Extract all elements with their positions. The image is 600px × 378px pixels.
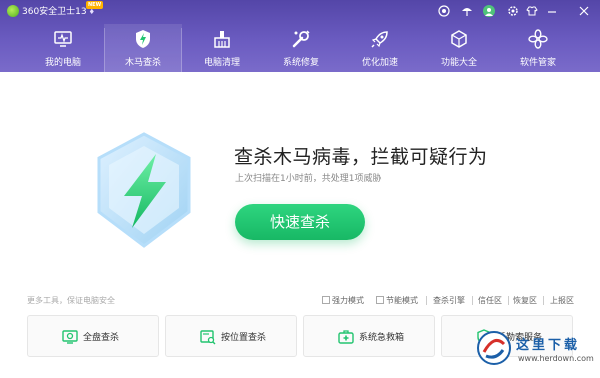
diamond-icon: ♦ (88, 8, 95, 16)
location-scan-card[interactable]: 按位置查杀 (165, 315, 297, 357)
report-zone-link[interactable]: 上报区 (550, 295, 574, 306)
divider (426, 296, 427, 305)
nav-label: 系统修复 (282, 58, 319, 68)
watermark-title: 这里下载 (516, 338, 581, 353)
eco-mode-label: 节能模式 (386, 296, 418, 305)
divider (543, 296, 544, 305)
watermark: 这里下载 www.herdown.com (470, 318, 600, 378)
broom-icon (214, 31, 230, 48)
nav-label: 电脑清理 (203, 58, 240, 68)
divider (472, 296, 473, 305)
full-scan-icon (62, 330, 78, 344)
full-scan-card[interactable]: 全盘查杀 (27, 315, 159, 357)
restore-zone-link[interactable]: 恢复区 (513, 295, 537, 306)
strong-mode-checkbox[interactable]: 强力模式 (322, 295, 364, 306)
main-nav: 我的电脑 木马查杀 电脑清理 系统修复 优化加速 功能大全 软件管家 (24, 24, 584, 72)
app-title-text: 360安全卫士13 (22, 7, 87, 17)
nav-label: 木马查杀 (124, 58, 161, 68)
watermark-logo-icon (477, 331, 511, 365)
divider (508, 296, 509, 305)
card-label: 按位置查杀 (221, 333, 267, 343)
nav-label: 优化加速 (361, 58, 398, 68)
watermark-url: www.herdown.com (518, 354, 594, 363)
first-aid-card[interactable]: 系统急救箱 (303, 315, 435, 357)
more-tools-title: 更多工具，保证电脑安全 (27, 296, 115, 305)
card-label: 系统急救箱 (359, 333, 405, 343)
card-label: 全盘查杀 (83, 333, 120, 343)
close-icon[interactable] (577, 4, 591, 18)
shirt-icon[interactable] (525, 4, 539, 18)
nav-item-system-repair[interactable]: 系统修复 (262, 24, 340, 72)
nav-label: 软件管家 (519, 58, 556, 68)
apps-icon (528, 29, 548, 49)
nav-item-optimize[interactable]: 优化加速 (341, 24, 419, 72)
shield-lightning-icon (136, 30, 150, 48)
nav-item-cleanup[interactable]: 电脑清理 (183, 24, 261, 72)
wrench-icon (292, 30, 310, 48)
app-logo-icon (7, 5, 19, 17)
checkbox-icon (322, 296, 330, 304)
shield-lightning-illustration (97, 132, 191, 248)
monitor-icon (54, 31, 72, 47)
trust-zone-link[interactable]: 信任区 (478, 295, 502, 306)
minimize-icon[interactable] (545, 4, 559, 18)
rocket-icon (371, 31, 388, 48)
nav-label: 我的电脑 (44, 58, 81, 68)
nav-item-my-computer[interactable]: 我的电脑 (24, 24, 102, 72)
quick-scan-button[interactable]: 快速查杀 (235, 204, 365, 240)
page-headline: 查杀木马病毒，拦截可疑行为 (234, 146, 488, 168)
skin-icon[interactable] (460, 4, 474, 18)
nav-item-trojan-scan[interactable]: 木马查杀 (104, 24, 182, 72)
nav-item-software-manager[interactable]: 软件管家 (499, 24, 577, 72)
strong-mode-label: 强力模式 (332, 296, 364, 305)
mode-bar: 强力模式 节能模式 查杀引擎 信任区 恢复区 上报区 (322, 295, 582, 307)
nav-label: 功能大全 (440, 58, 477, 68)
checkbox-icon (376, 296, 384, 304)
first-aid-icon (338, 330, 354, 344)
eco-mode-checkbox[interactable]: 节能模式 (376, 295, 418, 306)
shield-status-icon[interactable] (437, 4, 451, 18)
avatar[interactable] (482, 4, 496, 18)
header: 360安全卫士13 ♦ NEW 我的电脑 木马查杀 电脑清理 系统修复 优化加速… (0, 0, 600, 72)
location-scan-icon (200, 330, 216, 345)
scan-engine-link[interactable]: 查杀引擎 (433, 295, 465, 306)
title-bar: 360安全卫士13 ♦ NEW (0, 0, 600, 22)
last-scan-status: 上次扫描在1小时前，共处理1项威胁 (235, 174, 382, 184)
settings-icon[interactable] (506, 4, 520, 18)
new-badge: NEW (86, 1, 104, 9)
cube-icon (451, 30, 467, 48)
app-title: 360安全卫士13 ♦ (22, 4, 95, 17)
nav-item-features[interactable]: 功能大全 (420, 24, 498, 72)
